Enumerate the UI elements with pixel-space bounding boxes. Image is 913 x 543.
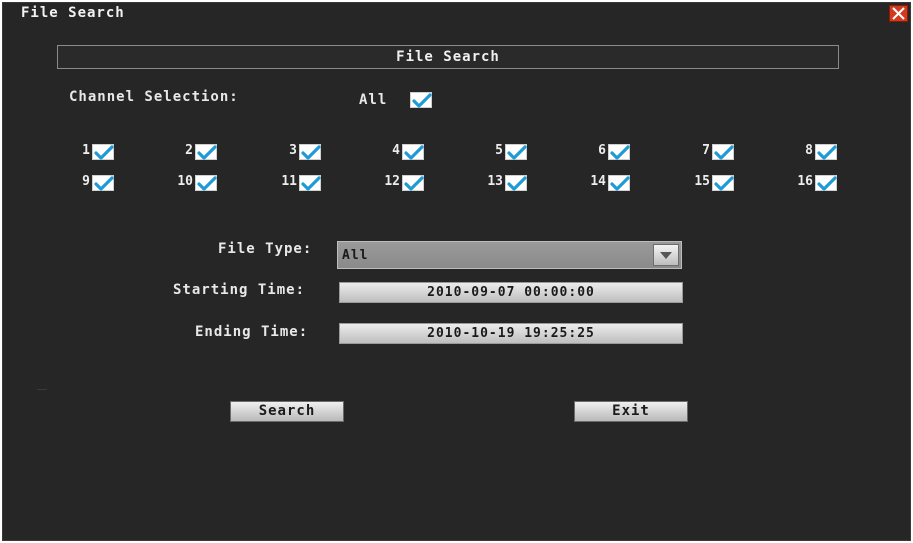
checkmark-icon	[404, 176, 424, 191]
window-title: File Search	[21, 5, 125, 21]
channel-10-label: 10	[177, 174, 193, 189]
channel-14-checkbox[interactable]	[608, 175, 630, 191]
channel-5-label: 5	[495, 143, 503, 158]
file-search-window: File Search File Search Channel Selectio…	[2, 2, 911, 541]
checkmark-icon	[610, 176, 630, 191]
channel-11-checkbox[interactable]	[299, 175, 321, 191]
checkmark-icon	[94, 176, 114, 191]
channel-11-label: 11	[281, 174, 297, 189]
file-type-label: File Type:	[218, 241, 313, 257]
channel-10-checkbox[interactable]	[195, 175, 217, 191]
channel-1-label: 1	[82, 143, 90, 158]
checkmark-icon	[412, 93, 432, 108]
channel-15-checkbox[interactable]	[712, 175, 734, 191]
starting-time-label: Starting Time:	[173, 282, 306, 298]
channel-13-checkbox[interactable]	[505, 175, 527, 191]
channel-1-checkbox[interactable]	[92, 144, 114, 160]
search-button[interactable]: Search	[230, 401, 344, 422]
channel-12-label: 12	[384, 174, 400, 189]
channel-16-label: 16	[797, 174, 813, 189]
channel-8-checkbox[interactable]	[815, 144, 837, 160]
divider	[37, 389, 47, 390]
all-channels-label: All	[359, 92, 388, 108]
channel-12-checkbox[interactable]	[402, 175, 424, 191]
starting-time-field[interactable]: 2010-09-07 00:00:00	[339, 282, 683, 303]
channel-2-label: 2	[185, 143, 193, 158]
checkmark-icon	[817, 145, 837, 160]
channel-8-label: 8	[805, 143, 813, 158]
checkmark-icon	[817, 176, 837, 191]
ending-time-label: Ending Time:	[195, 324, 309, 340]
ending-time-field[interactable]: 2010-10-19 19:25:25	[339, 323, 683, 344]
channel-6-label: 6	[598, 143, 606, 158]
channel-9-checkbox[interactable]	[92, 175, 114, 191]
checkmark-icon	[507, 176, 527, 191]
checkmark-icon	[404, 145, 424, 160]
channel-15-label: 15	[694, 174, 710, 189]
channel-selection-label: Channel Selection:	[69, 89, 239, 105]
checkmark-icon	[301, 176, 321, 191]
channel-16-checkbox[interactable]	[815, 175, 837, 191]
checkmark-icon	[197, 145, 217, 160]
exit-button[interactable]: Exit	[574, 401, 688, 422]
channel-14-label: 14	[590, 174, 606, 189]
checkmark-icon	[610, 145, 630, 160]
section-header-title: File Search	[396, 49, 500, 65]
channel-4-checkbox[interactable]	[402, 144, 424, 160]
section-header: File Search	[57, 45, 839, 69]
all-channels-checkbox[interactable]	[410, 92, 432, 108]
channel-9-label: 9	[82, 174, 90, 189]
file-type-value: All	[342, 248, 369, 263]
channel-4-label: 4	[392, 143, 400, 158]
checkmark-icon	[507, 145, 527, 160]
title-bar: File Search	[3, 3, 910, 25]
file-type-dropdown-button[interactable]	[653, 244, 679, 266]
close-button[interactable]	[889, 5, 908, 22]
channel-6-checkbox[interactable]	[608, 144, 630, 160]
channel-3-checkbox[interactable]	[299, 144, 321, 160]
checkmark-icon	[714, 176, 734, 191]
channel-5-checkbox[interactable]	[505, 144, 527, 160]
checkmark-icon	[94, 145, 114, 160]
chevron-down-icon	[660, 252, 672, 259]
file-type-select[interactable]: All	[337, 241, 682, 269]
checkmark-icon	[301, 145, 321, 160]
channel-7-label: 7	[702, 143, 710, 158]
channel-13-label: 13	[487, 174, 503, 189]
channel-2-checkbox[interactable]	[195, 144, 217, 160]
checkmark-icon	[714, 145, 734, 160]
channel-7-checkbox[interactable]	[712, 144, 734, 160]
checkmark-icon	[197, 176, 217, 191]
channel-3-label: 3	[289, 143, 297, 158]
close-icon	[892, 7, 905, 20]
